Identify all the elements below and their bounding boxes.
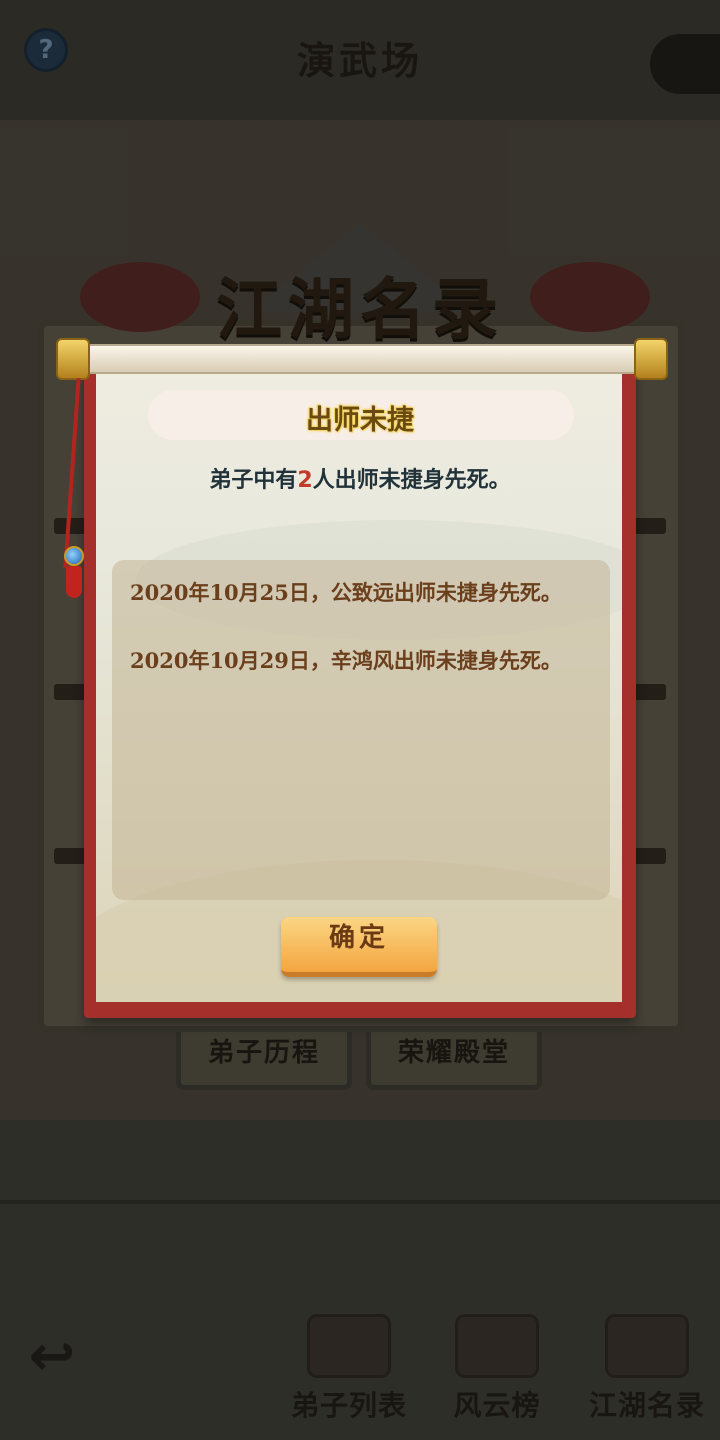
rod-cap — [634, 338, 668, 380]
scroll-rod — [56, 344, 666, 374]
list-item: 2020年10月25日，公致远出师未捷身先死。 — [130, 580, 562, 605]
tassel-icon — [66, 566, 82, 598]
summary-prefix: 弟子中有 — [209, 468, 298, 493]
rod-cap — [56, 338, 90, 380]
record-list — [112, 560, 610, 900]
death-count: 2 — [297, 468, 313, 493]
confirm-button[interactable]: 确定 — [281, 917, 437, 977]
dialog-summary: 弟子中有2人出师未捷身先死。 — [0, 462, 720, 494]
list-item: 2020年10月29日，辛鸿风出师未捷身先死。 — [130, 648, 562, 673]
dialog-title: 出师未捷 — [306, 405, 414, 436]
jade-bead-icon — [64, 546, 84, 566]
summary-suffix: 人出师未捷身先死。 — [312, 468, 511, 493]
